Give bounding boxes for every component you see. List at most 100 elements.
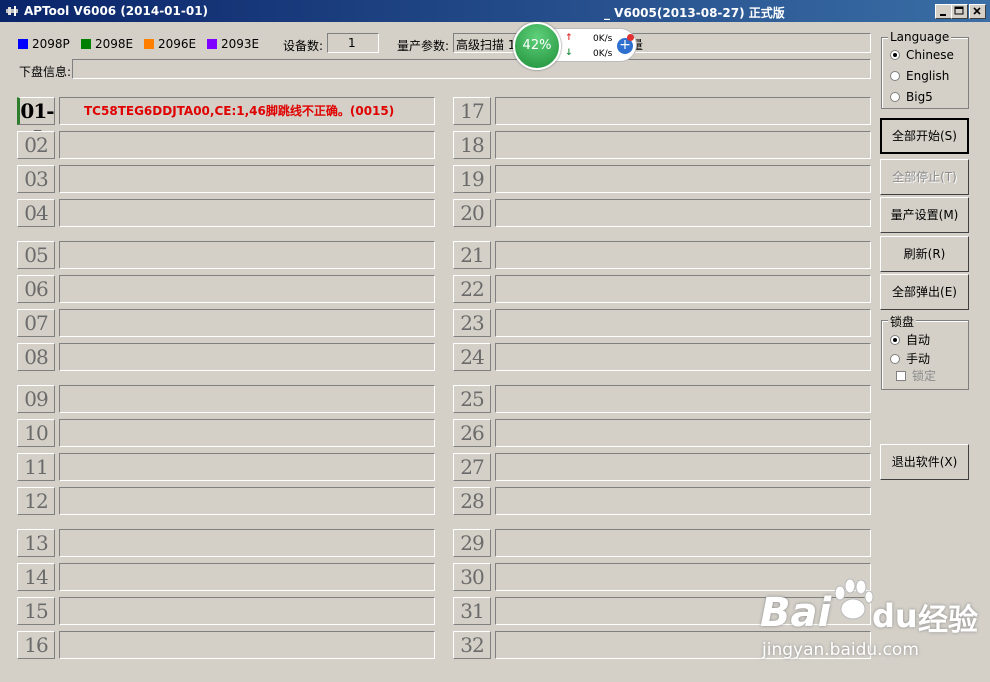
port-status [495,385,871,413]
port-number: 10 [17,419,55,447]
port-row: 12 [17,487,435,515]
port-row: 18 [453,131,871,159]
maximize-button[interactable] [951,4,968,19]
disk-info-field [72,59,871,79]
port-number: 27 [453,453,491,481]
port-status [59,275,435,303]
disk-info-label: 下盘信息: [19,65,72,79]
watermark-brand-2: du [872,597,918,635]
port-row: 07 [17,309,435,337]
port-row: 22 [453,275,871,303]
port-row: 26 [453,419,871,447]
port-status [59,529,435,557]
refresh-button[interactable]: 刷新(R) [880,236,969,272]
speed-percent: 42% [513,22,561,70]
stop-all-button[interactable]: 全部停止(T) [880,159,969,195]
port-row: 24 [453,343,871,371]
port-status [495,97,871,125]
port-number: 22 [453,275,491,303]
upload-arrow-icon: ↑ [565,33,573,43]
start-all-button[interactable]: 全部开始(S) [880,118,969,154]
port-row: 14 [17,563,435,591]
port-status [495,131,871,159]
window-title: APTool V6006 (2014-01-01) [24,4,209,18]
port-number: 31 [453,597,491,625]
main-window: 2098P 2098E 2096E 2093E 设备数: 1 量产参数: 高级扫… [0,22,990,682]
port-number: 19 [453,165,491,193]
network-speed-widget[interactable]: 42% ↑ ↓ 0K/s 0K/s + [513,22,641,72]
port-row: 08 [17,343,435,371]
legend-item-2098p: 2098P [18,37,70,51]
port-number: 07 [17,309,55,337]
mp-params-label: 量产参数: [397,39,450,53]
radio-icon [890,92,900,102]
port-number: 30 [453,563,491,591]
port-row: 21 [453,241,871,269]
lock-option-auto[interactable]: 自动 [890,331,930,348]
maximize-icon [954,6,964,15]
port-number: 13 [17,529,55,557]
close-button[interactable] [969,4,986,19]
title-bar[interactable]: APTool V6006 (2014-01-01) _ V6005(2013-0… [0,0,990,22]
port-status [59,131,435,159]
language-option-english[interactable]: English [890,69,949,83]
port-number: 03 [17,165,55,193]
watermark-brand: Bai [760,590,832,636]
download-speed: 0K/s [593,49,613,59]
language-option-chinese[interactable]: Chinese [890,48,954,62]
port-row: 27 [453,453,871,481]
port-number: 28 [453,487,491,515]
port-row: 30 [453,563,871,591]
minimize-button[interactable] [935,4,952,19]
checkbox-icon [896,371,906,381]
legend-swatch [207,39,217,49]
port-status [59,453,435,481]
port-status [59,241,435,269]
port-number: 11 [17,453,55,481]
port-number: 29 [453,529,491,557]
port-number: 08 [17,343,55,371]
port-status [495,453,871,481]
port-row: 01-ITC58TEG6DDJTA00,CE:1,46脚跳线不正确。(0015) [17,97,435,150]
port-row: 23 [453,309,871,337]
lock-checkbox[interactable]: 锁定 [896,367,936,384]
watermark-brand-cn: 经验 [918,603,978,638]
legend-swatch [81,39,91,49]
eject-all-button[interactable]: 全部弹出(E) [880,274,969,310]
legend-item-2096e: 2096E [144,37,196,51]
close-icon [973,7,981,15]
lock-option-manual[interactable]: 手动 [890,350,930,367]
device-count-label: 设备数: [283,39,324,53]
port-number: 25 [453,385,491,413]
port-number: 21 [453,241,491,269]
legend-label: 2096E [158,37,197,51]
mp-settings-button[interactable]: 量产设置(M) [880,197,969,233]
download-arrow-icon: ↓ [565,48,573,58]
port-row: 05 [17,241,435,269]
port-status [495,563,871,591]
radio-icon [890,354,900,364]
radio-selected-icon [890,50,900,60]
port-number: 15 [17,597,55,625]
port-status [495,529,871,557]
port-number: 17 [453,97,491,125]
legend-label: 2093E [221,37,260,51]
port-row: 10 [17,419,435,447]
port-number: 14 [17,563,55,591]
port-status [59,419,435,447]
port-status [495,343,871,371]
port-number: 05 [17,241,55,269]
language-group: Language Chinese English Big5 [881,30,969,109]
notification-dot-icon [627,34,634,41]
port-number: 23 [453,309,491,337]
exit-button[interactable]: 退出软件(X) [880,444,969,480]
radio-icon [890,71,900,81]
language-option-big5[interactable]: Big5 [890,90,933,104]
port-row: 09 [17,385,435,413]
port-row: 13 [17,529,435,557]
port-status [59,165,435,193]
port-status [59,385,435,413]
paw-icon [834,578,874,620]
port-status [495,419,871,447]
port-status [495,309,871,337]
